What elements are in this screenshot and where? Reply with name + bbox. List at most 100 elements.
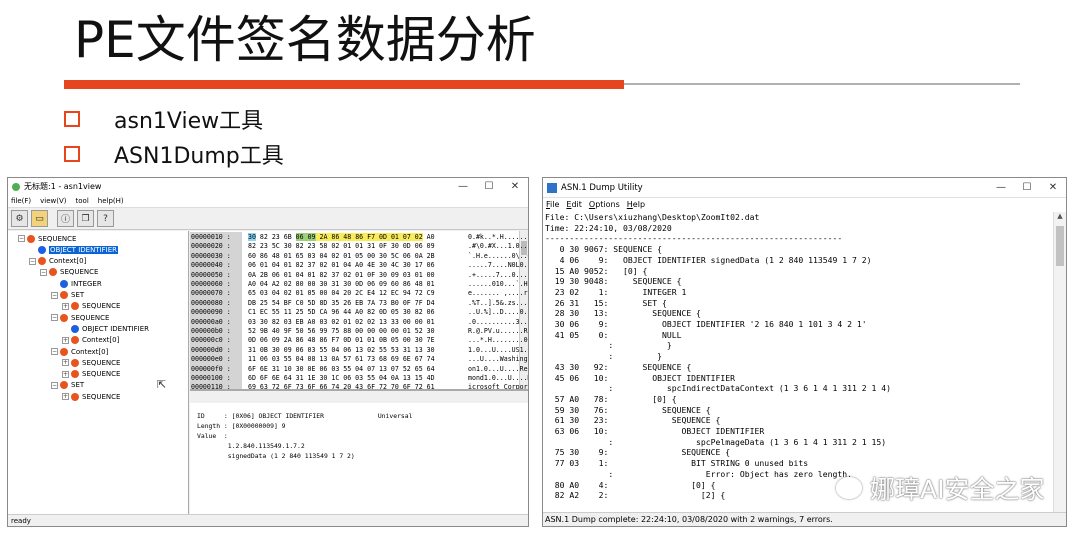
dump-line: 26 31 15: SET {	[545, 297, 667, 308]
scroll-thumb[interactable]	[1056, 226, 1064, 266]
asn1dump-titlebar[interactable]: ASN.1 Dump Utility — ☐ ✕	[543, 178, 1066, 198]
detail-line: signedData (1 2 840 113549 1 7 2)	[197, 452, 355, 460]
tree-node-label: Context[0]	[82, 336, 120, 345]
tree-node[interactable]: + SEQUENCE	[62, 369, 120, 380]
collapse-icon[interactable]: −	[18, 235, 25, 242]
collapse-icon[interactable]: −	[51, 291, 58, 299]
dump-scrollbar[interactable]: ▲	[1053, 212, 1066, 514]
node-icon	[71, 336, 79, 345]
node-icon	[60, 381, 68, 390]
collapse-icon[interactable]: −	[51, 314, 58, 322]
tree-node-label: OBJECT IDENTIFIER	[49, 245, 119, 254]
dump-line: 30 06 9: OBJECT IDENTIFIER '2 16 840 1 1…	[545, 319, 867, 330]
tree-node[interactable]: − SEQUENCE	[18, 233, 76, 244]
collapse-icon[interactable]: −	[40, 268, 47, 276]
dump-line: : spcIndirectDataContext (1 3 6 1 4 1 31…	[545, 383, 891, 394]
dump-line: : }	[545, 340, 672, 351]
detail-line: ID : [0X06] OBJECT IDENTIFIER Universal	[197, 412, 413, 420]
menu-label: elp	[632, 200, 646, 209]
status-bar: ready	[8, 514, 528, 526]
tree-node[interactable]: + SEQUENCE	[62, 301, 120, 312]
node-icon	[60, 313, 68, 322]
open-folder-icon[interactable]: ▭	[31, 210, 48, 227]
menu-label: dit	[571, 200, 582, 209]
tree-node[interactable]: − SEQUENCE	[51, 312, 109, 323]
hex-byte-segment: 82 23 6B	[255, 233, 296, 241]
menu-help[interactable]: help(H)	[98, 197, 124, 205]
tree-node[interactable]: − Context[0]	[51, 346, 108, 357]
help-icon[interactable]: ?	[97, 210, 114, 227]
tool-icon[interactable]: ⚙	[11, 210, 28, 227]
asn1view-body: − SEQUENCE OBJECT IDENTIFIER − Context[0] − SE…	[8, 231, 528, 514]
dump-line: 63 06 10: OBJECT IDENTIFIER	[545, 426, 765, 437]
expand-icon[interactable]: +	[62, 302, 69, 310]
node-icon	[38, 245, 46, 254]
menu-item[interactable]: Help	[627, 200, 645, 209]
dump-line: 75 30 9: SEQUENCE {	[545, 447, 731, 458]
detail-line: Value :	[197, 432, 228, 440]
tree-node[interactable]: − SEQUENCE	[40, 267, 98, 278]
info-icon[interactable]: ⓘ	[57, 210, 74, 227]
tree-node[interactable]: + SEQUENCE	[62, 357, 120, 368]
collapse-icon[interactable]: −	[29, 257, 36, 265]
tree-node[interactable]: INTEGER	[51, 278, 102, 289]
close-icon[interactable]: ✕	[502, 181, 528, 192]
detail-line: Length : [0X00000009] 9	[197, 422, 286, 430]
bullet-text: asn1View工具	[114, 109, 264, 134]
dump-line: File: C:\Users\xiuzhang\Desktop\ZoomIt02…	[545, 212, 760, 222]
node-icon	[71, 370, 79, 379]
tree-node[interactable]: + Context[0]	[62, 335, 119, 346]
tree-node-label: SEQUENCE	[82, 358, 121, 367]
collapse-icon[interactable]: −	[51, 348, 58, 355]
maximize-icon[interactable]: ☐	[476, 181, 502, 192]
tree-node[interactable]: + SEQUENCE	[62, 391, 120, 402]
tree-node[interactable]: OBJECT IDENTIFIER	[29, 244, 119, 255]
menu-item[interactable]: Options	[589, 200, 620, 209]
bullet-text: ASN1Dump工具	[114, 144, 284, 169]
dump-line: 23 02 1: INTEGER 1	[545, 286, 687, 297]
node-icon	[71, 324, 79, 333]
tree-node-label: Context[0]	[71, 347, 109, 356]
minimize-icon[interactable]: —	[450, 181, 476, 192]
minimize-icon[interactable]: —	[988, 182, 1014, 193]
tree-node-label: SEQUENCE	[82, 370, 121, 379]
square-bullet-icon	[64, 146, 80, 162]
tree-node-label: SET	[71, 291, 85, 299]
tree-node[interactable]: − Context[0]	[29, 256, 86, 267]
expand-icon[interactable]: +	[62, 336, 69, 344]
copy-icon[interactable]: ❐	[77, 210, 94, 227]
menu-view[interactable]: view(V)	[40, 197, 66, 205]
dump-line: ----------------------------------------…	[545, 233, 843, 244]
scroll-up-icon[interactable]: ▲	[1054, 212, 1066, 224]
dump-line: : spcPelmageData (1 3 6 1 4 1 311 2 1 15…	[545, 436, 887, 447]
menu-item[interactable]: File	[546, 200, 559, 209]
asn1view-titlebar[interactable]: 无标题:1 - asn1view — ☐ ✕	[8, 178, 528, 195]
dump-output: File: C:\Users\xiuzhang\Desktop\ZoomIt02…	[545, 212, 1045, 512]
menu-tool[interactable]: tool	[76, 197, 89, 205]
expand-icon[interactable]: +	[62, 359, 69, 367]
menu-bar: file(F) view(V) tool help(H)	[8, 195, 528, 208]
watermark-text: 娜璋AI安全之家	[870, 475, 1045, 504]
expand-icon[interactable]: +	[62, 393, 69, 401]
tree-node-label: INTEGER	[71, 279, 102, 288]
tree-node[interactable]: − SET	[51, 380, 84, 391]
wechat-icon	[836, 477, 862, 499]
status-bar: ASN.1 Dump complete: 22:24:10, 03/08/202…	[543, 512, 1066, 526]
tree-node[interactable]: − SET	[51, 290, 84, 301]
detail-panel: ID : [0X06] OBJECT IDENTIFIER Universal L…	[190, 403, 528, 514]
dump-line: 4 06 9: OBJECT IDENTIFIER signedData (1 …	[545, 254, 872, 265]
close-icon[interactable]: ✕	[1040, 182, 1066, 193]
expand-icon[interactable]: +	[62, 370, 69, 378]
dump-line: : }	[545, 351, 662, 362]
maximize-icon[interactable]: ☐	[1014, 182, 1040, 193]
hex-bytes: 69 63 72 6F 73 6F 66 74 20 43 6F 72 70 6…	[248, 383, 435, 391]
collapse-icon[interactable]: −	[51, 381, 58, 389]
menu-file[interactable]: file(F)	[11, 197, 31, 205]
hex-row[interactable]: 00000110 : 69 63 72 6F 73 6F 66 74 20 43 …	[190, 382, 528, 391]
tree-node[interactable]: OBJECT IDENTIFIER	[62, 323, 149, 334]
menu-item[interactable]: Edit	[566, 200, 582, 209]
tree-node-label: SEQUENCE	[82, 302, 121, 311]
node-icon	[49, 268, 57, 277]
tree-node-label: SEQUENCE	[38, 234, 77, 243]
hex-ascii: icrosoft Corpora	[468, 383, 528, 391]
